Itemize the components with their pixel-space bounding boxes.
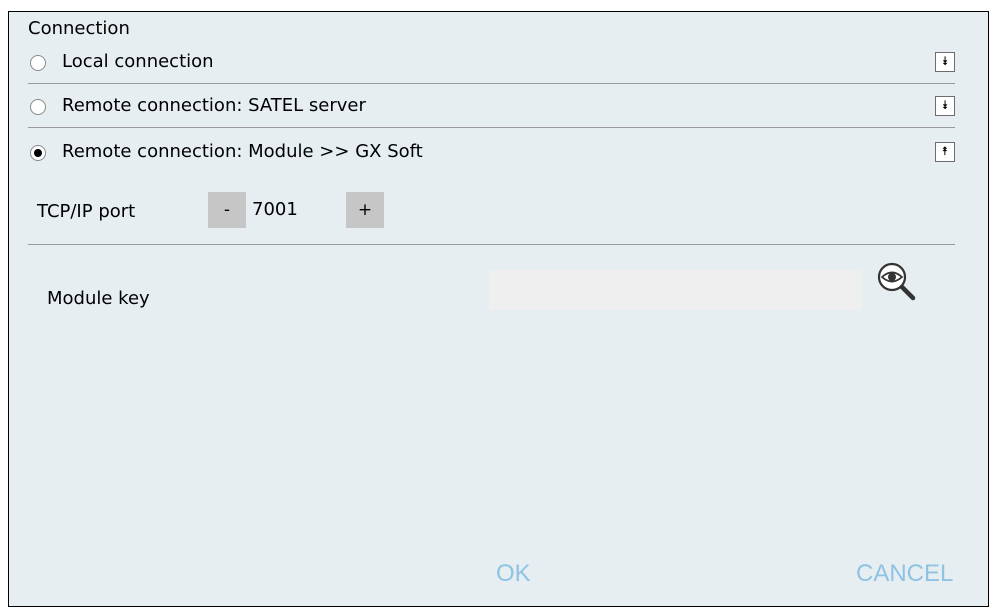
connection-dialog: Connection Local connection ⯯ Remote con… — [8, 11, 989, 607]
tcp-ip-port-label: TCP/IP port — [37, 201, 136, 222]
module-key-label: Module key — [47, 288, 150, 309]
section-title: Connection — [28, 18, 130, 39]
divider — [28, 244, 955, 245]
divider — [28, 127, 955, 128]
cancel-button[interactable]: CANCEL — [856, 560, 953, 588]
eye-magnifier-icon[interactable] — [875, 260, 919, 304]
port-decrement-button[interactable]: - — [208, 192, 246, 228]
connection-option-module-gx-soft[interactable]: Remote connection: Module >> GX Soft ⯭ — [28, 136, 955, 168]
radio-local[interactable] — [30, 55, 46, 71]
connection-option-satel-server[interactable]: Remote connection: SATEL server ⯯ — [28, 90, 955, 122]
expand-down-icon[interactable]: ⯯ — [935, 96, 955, 116]
divider — [28, 83, 955, 84]
connection-option-local[interactable]: Local connection ⯯ — [28, 46, 955, 78]
radio-module-gx-soft[interactable] — [30, 145, 46, 161]
option-label: Remote connection: Module >> GX Soft — [62, 141, 423, 162]
ok-button[interactable]: OK — [496, 560, 531, 588]
collapse-up-icon[interactable]: ⯭ — [935, 142, 955, 162]
option-label: Local connection — [62, 51, 214, 72]
expand-down-icon[interactable]: ⯯ — [935, 52, 955, 72]
radio-satel-server[interactable] — [30, 99, 46, 115]
module-key-input[interactable] — [489, 270, 861, 310]
port-value-field[interactable]: 7001 — [246, 192, 346, 228]
port-increment-button[interactable]: + — [346, 192, 384, 228]
option-label: Remote connection: SATEL server — [62, 95, 366, 116]
